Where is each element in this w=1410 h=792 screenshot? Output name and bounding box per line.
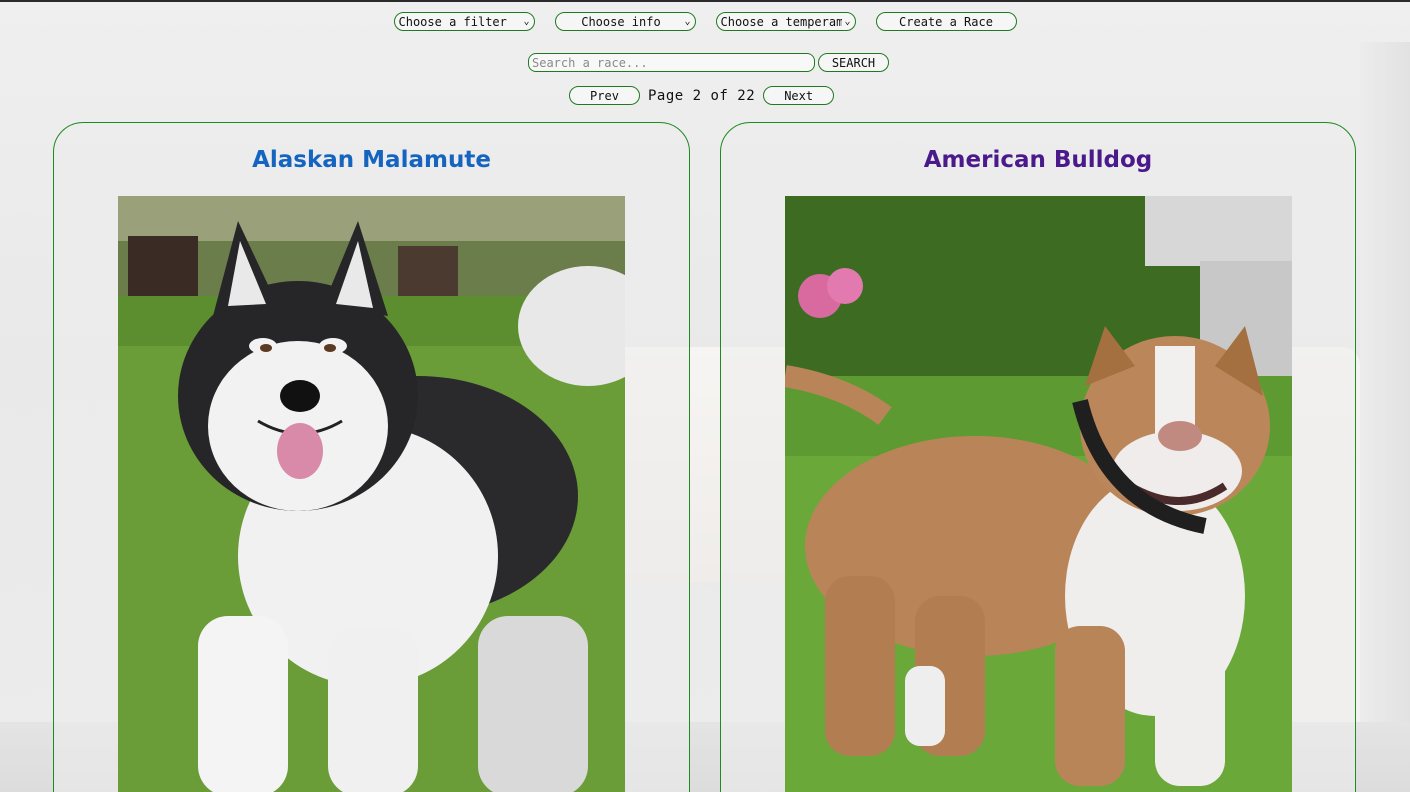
filter-select[interactable]: Choose a filter ⌄ — [393, 12, 535, 31]
breed-card[interactable]: American Bulldog — [720, 122, 1356, 792]
temperament-select[interactable]: Choose a temperament ⌄ — [715, 12, 856, 31]
filter-select-label: Choose a filter — [398, 14, 507, 29]
breed-name: American Bulldog — [923, 147, 1153, 173]
search-button[interactable]: SEARCH — [818, 53, 889, 72]
next-button[interactable]: Next — [763, 86, 835, 105]
page-indicator: Page 2 of 22 — [648, 87, 756, 104]
chevron-down-icon: ⌄ — [684, 16, 691, 27]
breed-card[interactable]: Alaskan Malamute — [53, 122, 690, 792]
prev-button[interactable]: Prev — [569, 86, 640, 105]
search-input[interactable] — [528, 53, 815, 72]
breed-photo — [118, 196, 625, 792]
background-wall — [1360, 42, 1410, 742]
temperament-select-label: Choose a temperament — [720, 14, 843, 29]
filter-toolbar: Choose a filter ⌄ Choose info ⌄ Choose a… — [0, 12, 1410, 31]
search-bar: SEARCH — [528, 53, 889, 72]
chevron-down-icon: ⌄ — [523, 16, 530, 27]
breed-name: Alaskan Malamute — [252, 147, 491, 173]
info-select-label: Choose info — [581, 14, 661, 29]
chevron-down-icon: ⌄ — [844, 16, 851, 27]
breed-photo — [785, 196, 1292, 792]
create-race-button[interactable]: Create a Race — [875, 12, 1017, 31]
info-select[interactable]: Choose info ⌄ — [554, 12, 696, 31]
pagination: Prev Page 2 of 22 Next — [569, 86, 835, 105]
